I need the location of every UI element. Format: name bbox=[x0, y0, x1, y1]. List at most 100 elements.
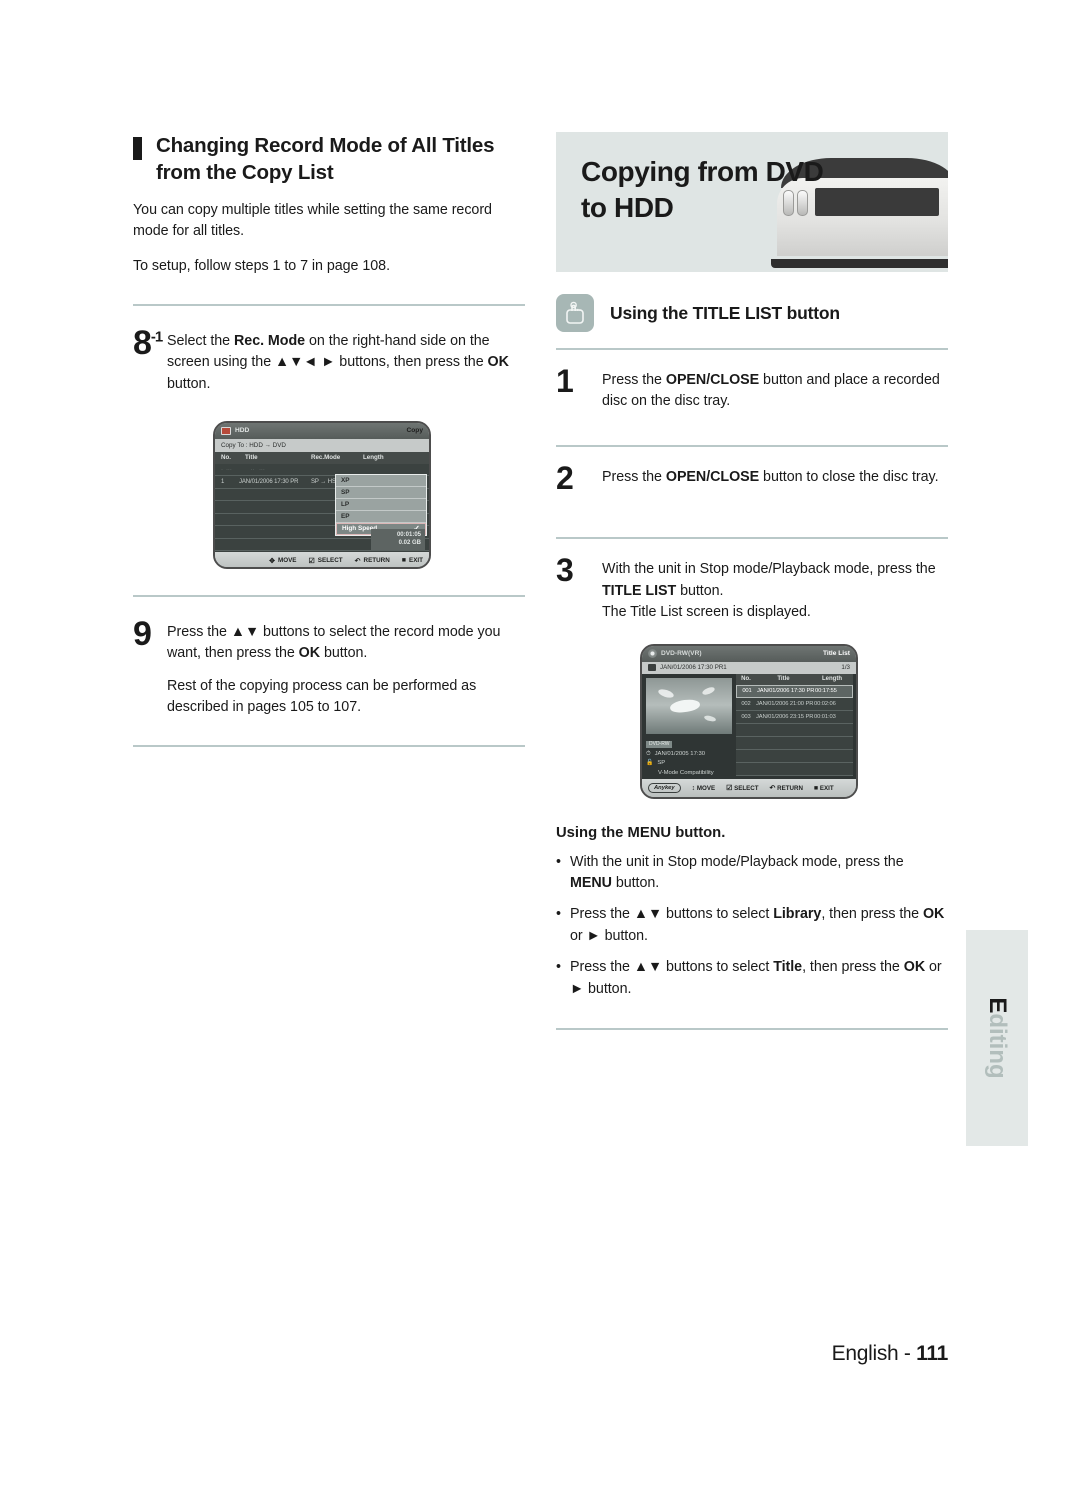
table-row[interactable]: 003 JAN/01/2006 23:15 PR 00:01:03 bbox=[736, 710, 853, 724]
footer-exit-label: EXIT bbox=[409, 557, 423, 565]
step-8-sup: -1 bbox=[150, 328, 163, 346]
manual-page: Changing Record Mode of All Titles from … bbox=[0, 0, 1080, 1487]
step8-t1: Select the bbox=[167, 332, 235, 349]
tl-footer-move[interactable]: ↕ MOVE bbox=[692, 785, 715, 792]
footer-return[interactable]: ↶ RETURN bbox=[355, 557, 390, 565]
current-title-label: JAN/01/2006 17:30 PR1 bbox=[660, 664, 727, 672]
copy-size: 0.02 GB bbox=[398, 540, 421, 547]
up-down-arrows-icon: ▲▼ bbox=[633, 906, 663, 923]
rs1-t1: Press the bbox=[602, 372, 666, 388]
menu-bullet-list: • With the unit in Stop mode/Playback mo… bbox=[556, 852, 948, 1001]
right-step-3-number: 3 bbox=[556, 552, 574, 589]
right-arrow-icon: ► bbox=[586, 927, 601, 944]
move-icon: ✥ bbox=[269, 557, 275, 565]
subsection-heading: Using the TITLE LIST button bbox=[556, 294, 948, 332]
bullet-icon: • bbox=[556, 853, 561, 870]
divider bbox=[133, 594, 525, 597]
title-list-main: DVD-RW ⏱ JAN/01/2005 17:30 🔓 SP V-Mode C… bbox=[642, 673, 856, 779]
table-row[interactable]: 002 JAN/01/2006 21:00 PR 00:02:06 bbox=[736, 697, 853, 711]
right-arrow-icon: ► bbox=[570, 980, 585, 997]
table-row bbox=[736, 736, 853, 750]
up-down-arrows-icon: ▲▼ bbox=[633, 959, 663, 976]
copy-size-box: 00:01:05 0.02 GB bbox=[371, 528, 425, 550]
tl-footer-select-label: SELECT bbox=[734, 785, 759, 793]
table-row bbox=[736, 762, 853, 776]
bullet-3-text: Press the ▲▼ buttons to select Title, th… bbox=[570, 957, 948, 1000]
tl-footer-exit[interactable]: ■ EXIT bbox=[814, 785, 834, 792]
footer-move[interactable]: ✥ MOVE bbox=[269, 557, 296, 565]
rs2-t1: Press the bbox=[602, 468, 666, 485]
divider bbox=[133, 303, 525, 306]
info-date-row: ⏱ JAN/01/2005 17:30 bbox=[646, 750, 732, 759]
subsection-title: Using the TITLE LIST button bbox=[610, 302, 840, 323]
info-mode-row: 🔓 SP bbox=[646, 759, 732, 768]
return-icon: ↶ bbox=[769, 785, 776, 793]
copy-list-body: · ··· ·· ··· 1 JAN/01/2006 17:30 PR SP →… bbox=[215, 463, 429, 552]
tl-footer-return[interactable]: ↶ RETURN bbox=[770, 784, 803, 792]
bullet-icon: • bbox=[556, 959, 561, 976]
b2-t5: button. bbox=[600, 927, 648, 944]
footer-page-number: 111 bbox=[916, 1342, 948, 1365]
dropdown-item-sp[interactable]: SP bbox=[336, 487, 426, 499]
info-date: JAN/01/2005 17:30 bbox=[654, 751, 706, 758]
col-recmode: Rec.Mode bbox=[311, 454, 341, 462]
tl-row-no: 001 bbox=[742, 688, 752, 695]
step-8-number: 8-1 bbox=[133, 323, 163, 362]
exit-icon: ■ bbox=[401, 557, 406, 565]
dropdown-item-xp[interactable]: XP bbox=[336, 475, 426, 487]
copy-screen-footer: ✥ MOVE ☑ SELECT ↶ RETURN ■ EXIT bbox=[215, 551, 429, 567]
step-9-subtext: Rest of the copying process can be perfo… bbox=[167, 677, 477, 716]
b1-t2: button. bbox=[611, 875, 660, 892]
move-icon: ↕ bbox=[691, 784, 696, 792]
page-indicator: 1/3 bbox=[841, 664, 850, 672]
footer-move-label: MOVE bbox=[277, 557, 297, 565]
intro-paragraph: You can copy multiple titles while setti… bbox=[133, 201, 492, 240]
b2-t2: buttons to select bbox=[662, 906, 774, 923]
b3-t2: buttons to select bbox=[662, 959, 774, 976]
dropdown-item-ep[interactable]: EP bbox=[336, 511, 426, 523]
side-tab-label-first: E bbox=[984, 997, 1011, 1014]
side-tab-label-rest: diting bbox=[984, 1013, 1011, 1079]
section-heading: Changing Record Mode of All Titles from … bbox=[133, 132, 525, 187]
footer-exit[interactable]: ■ EXIT bbox=[402, 557, 423, 564]
rec-mode-dropdown[interactable]: XP SP LP EP High Speed ✓ bbox=[335, 473, 427, 536]
step-9-number: 9 bbox=[133, 614, 152, 653]
info-mode: SP bbox=[657, 760, 666, 767]
info-note: V-Mode Compatibility bbox=[658, 769, 714, 776]
footer-language: English - bbox=[831, 1342, 917, 1365]
anykey-button[interactable]: Anykey bbox=[648, 783, 681, 794]
tl-col-no: No. bbox=[741, 676, 751, 683]
step8-rec-mode: Rec. Mode bbox=[234, 332, 306, 349]
current-title-bar: JAN/01/2006 17:30 PR1 1/3 bbox=[642, 661, 856, 674]
b3-t1: Press the bbox=[570, 959, 634, 976]
right-step-1-number: 1 bbox=[556, 363, 574, 399]
tl-row-no: 003 bbox=[741, 713, 751, 720]
right-step-3-text: With the unit in Stop mode/Playback mode… bbox=[602, 555, 948, 623]
b3-title: Title bbox=[773, 959, 803, 976]
copy-screen-mode-label: Copy bbox=[406, 427, 423, 435]
chapter-title: Copying from DVD to HDD bbox=[581, 156, 824, 223]
hdd-icon bbox=[221, 426, 231, 435]
title-list-screen-illustration: DVD-RW(VR) Title List JAN/01/2006 17:30 … bbox=[640, 643, 858, 799]
page-title: Changing Record Mode of All Titles from … bbox=[156, 134, 495, 185]
b1-t1: With the unit in Stop mode/Playback mode… bbox=[570, 853, 904, 870]
clock-icon: ⏱ bbox=[646, 751, 651, 758]
copy-duration: 00:01:05 bbox=[396, 531, 421, 538]
dropdown-item-lp[interactable]: LP bbox=[336, 499, 426, 511]
copy-to-bar: Copy To : HDD → DVD bbox=[215, 438, 429, 452]
tl-row-title: JAN/01/2006 23:15 PR bbox=[756, 713, 814, 720]
right-step-2: 2 Press the OPEN/CLOSE button to close t… bbox=[556, 447, 948, 494]
table-row bbox=[736, 723, 853, 737]
b2-ok: OK bbox=[922, 906, 945, 923]
tl-row-no: 002 bbox=[741, 700, 751, 707]
step8-t4: button. bbox=[167, 375, 211, 392]
hand-press-button-icon bbox=[556, 294, 594, 332]
bullet-1-text: With the unit in Stop mode/Playback mode… bbox=[570, 852, 948, 895]
copy-screen-titlebar: HDD Copy bbox=[215, 422, 429, 439]
list-item: • Press the ▲▼ buttons to select Title, … bbox=[556, 957, 948, 1000]
tl-footer-select[interactable]: ☑ SELECT bbox=[726, 784, 758, 792]
rs3-title-list: TITLE LIST bbox=[602, 582, 677, 599]
footer-select[interactable]: ☑ SELECT bbox=[309, 557, 343, 565]
table-row[interactable]: 001 JAN/01/2006 17:30 PR 00:17:55 bbox=[736, 684, 853, 698]
step-9: 9 Press the ▲▼ buttons to select the rec… bbox=[133, 614, 525, 719]
